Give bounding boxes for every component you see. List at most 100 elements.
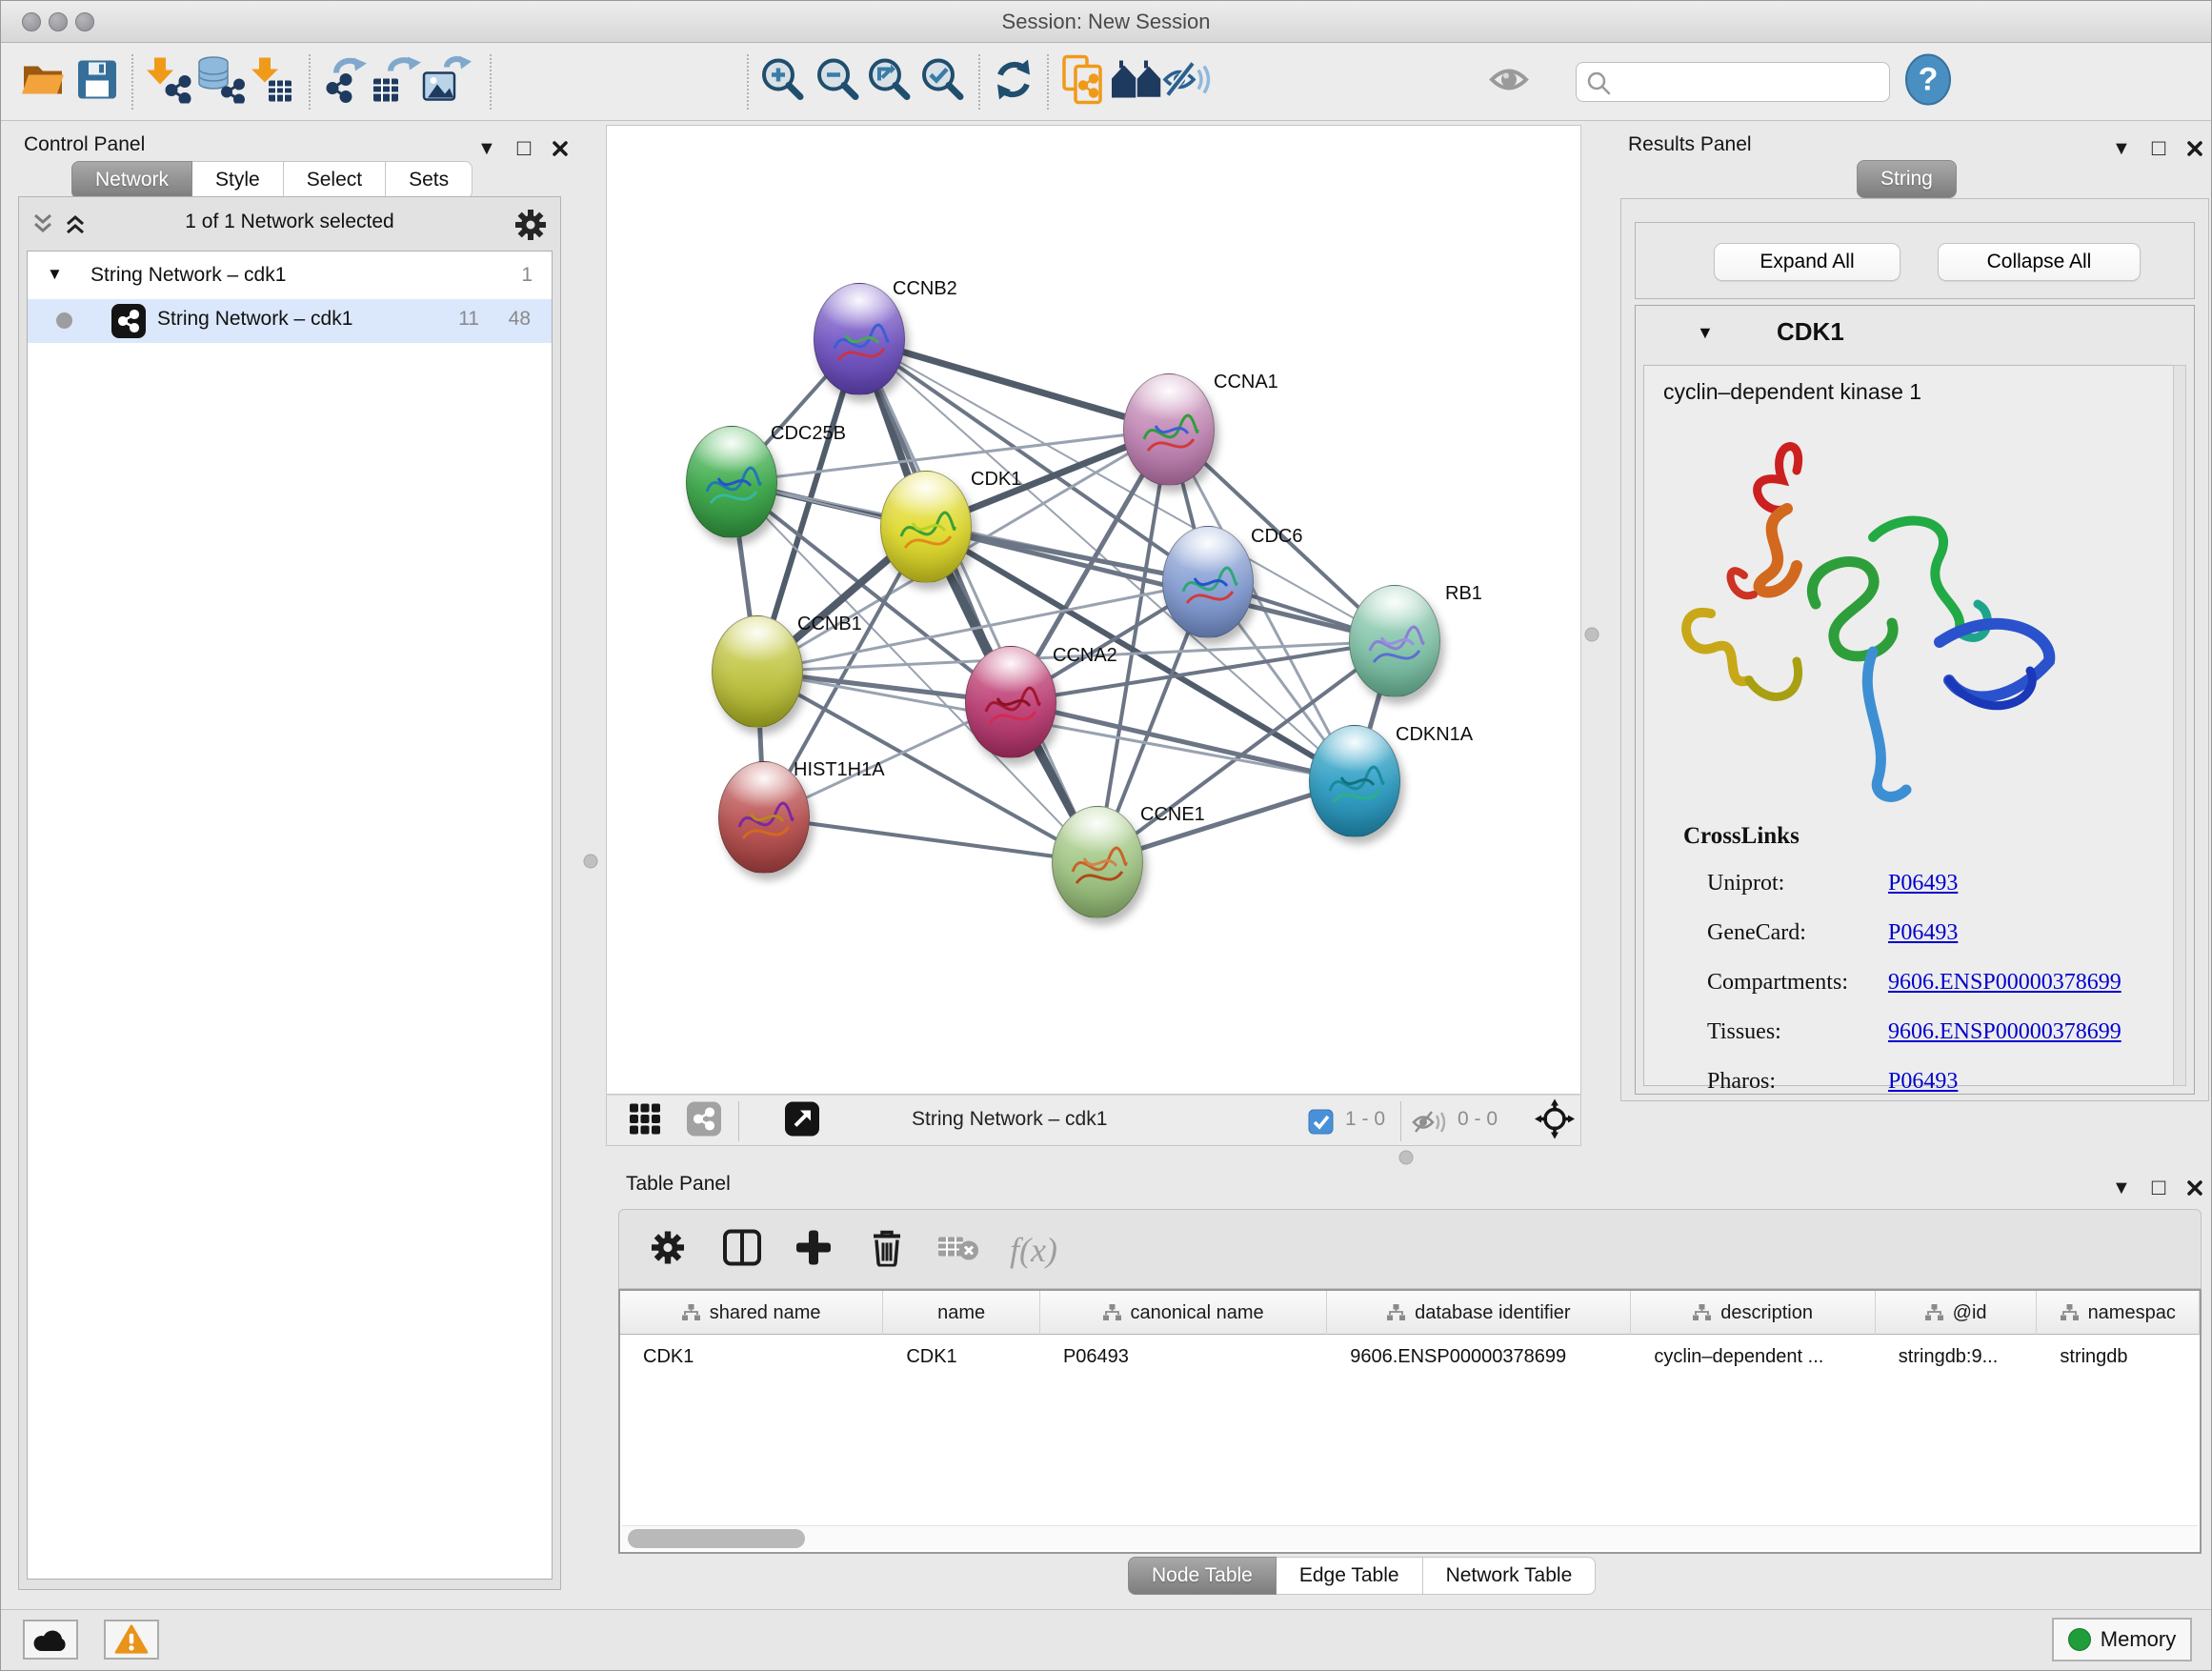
network-edge-count: 48 <box>509 308 531 331</box>
column-header-canonical-name[interactable]: canonical name <box>1040 1291 1327 1335</box>
hide-selected-icon[interactable] <box>1162 59 1212 106</box>
network-collection-row[interactable]: ▼ String Network – cdk1 1 <box>28 255 552 299</box>
tab-sets[interactable]: Sets <box>386 161 473 199</box>
close-panel-icon[interactable] <box>552 140 569 157</box>
tab-select[interactable]: Select <box>284 161 386 199</box>
maximize-panel-icon[interactable]: □ <box>2152 1177 2166 1199</box>
home-layout-icon[interactable] <box>1110 60 1163 105</box>
table-cell[interactable]: 9606.ENSP00000378699 <box>1327 1335 1631 1379</box>
scrollbar-thumb[interactable] <box>628 1529 805 1548</box>
column-header-description[interactable]: description <box>1631 1291 1875 1335</box>
right-splitter-handle[interactable] <box>1585 628 1599 642</box>
network-share-icon[interactable] <box>687 1102 721 1141</box>
crosslink-link[interactable]: P06493 <box>1888 1069 1958 1095</box>
save-session-icon[interactable] <box>77 60 117 105</box>
search-field[interactable] <box>1576 62 1890 102</box>
tab-node-table[interactable]: Node Table <box>1128 1557 1277 1595</box>
results-scrollbar[interactable] <box>2173 365 2186 1086</box>
import-network-icon[interactable] <box>143 56 192 109</box>
table-cell[interactable]: CDK1 <box>883 1335 1040 1379</box>
show-columns-icon[interactable] <box>723 1230 761 1271</box>
maximize-panel-icon[interactable]: □ <box>2152 137 2166 160</box>
expand-all-button[interactable]: Expand All <box>1714 243 1900 281</box>
import-table-icon[interactable] <box>246 56 293 109</box>
copy-network-icon[interactable] <box>1061 55 1107 110</box>
tab-network[interactable]: Network <box>71 161 192 199</box>
tab-style[interactable]: Style <box>192 161 284 199</box>
selected-checkbox-icon[interactable] <box>1308 1109 1334 1135</box>
export-image-icon[interactable] <box>422 56 472 109</box>
crosslink-label: Compartments: <box>1707 970 1848 996</box>
export-network-icon[interactable] <box>319 56 369 109</box>
node-CCNA2[interactable] <box>965 646 1056 758</box>
edge-HIST1H1A-CCNE1[interactable] <box>764 817 1097 862</box>
show-all-icon[interactable] <box>1488 61 1538 104</box>
tab-string[interactable]: String <box>1857 160 1957 198</box>
column-header-@id[interactable]: @id <box>1876 1291 2038 1335</box>
left-splitter-handle[interactable] <box>584 855 598 869</box>
node-CDC25B[interactable] <box>686 426 777 538</box>
float-panel-icon[interactable]: ▼ <box>2112 1178 2131 1198</box>
table-cell[interactable]: cyclin–dependent ... <box>1631 1335 1875 1379</box>
crosslink-link[interactable]: 9606.ENSP00000378699 <box>1888 1019 2122 1045</box>
node-CDK1[interactable] <box>880 471 972 583</box>
collection-expander-icon[interactable]: ▼ <box>47 265 63 284</box>
open-session-icon[interactable] <box>21 60 67 105</box>
node-CCNE1[interactable] <box>1052 806 1143 918</box>
close-panel-icon[interactable] <box>2186 140 2203 157</box>
edge-CCNB2-CCNA1[interactable] <box>859 339 1169 430</box>
export-table-icon[interactable] <box>372 56 421 109</box>
horizontal-scrollbar[interactable] <box>622 1525 2198 1550</box>
node-CCNA1[interactable] <box>1123 373 1215 486</box>
import-database-icon[interactable] <box>194 56 246 109</box>
gear-icon[interactable] <box>514 209 547 241</box>
float-panel-icon[interactable]: ▼ <box>2112 139 2131 158</box>
column-header-shared-name[interactable]: shared name <box>620 1291 883 1335</box>
search-input[interactable] <box>1617 65 1881 99</box>
node-CCNB1[interactable] <box>712 615 803 728</box>
zoom-in-icon[interactable] <box>759 57 805 108</box>
section-expander-icon[interactable]: ▼ <box>1697 323 1714 343</box>
refresh-icon[interactable] <box>992 58 1036 107</box>
close-panel-icon[interactable] <box>2186 1179 2203 1197</box>
node-CDC6[interactable] <box>1162 526 1254 638</box>
crosslink-link[interactable]: P06493 <box>1888 871 1958 896</box>
network-row-selected[interactable]: String Network – cdk1 11 48 <box>28 299 552 343</box>
cloud-status-button[interactable] <box>23 1620 78 1660</box>
open-view-icon[interactable] <box>785 1102 819 1141</box>
warnings-button[interactable] <box>104 1620 159 1660</box>
zoom-selected-icon[interactable] <box>919 57 965 108</box>
crosslink-link[interactable]: P06493 <box>1888 920 1958 946</box>
edge-CCNA2-CDKN1A[interactable] <box>1011 702 1355 781</box>
help-icon[interactable]: ? <box>1904 54 1952 111</box>
maximize-panel-icon[interactable]: □ <box>517 137 532 160</box>
tab-network-table[interactable]: Network Table <box>1423 1557 1597 1595</box>
collapse-all-button[interactable]: Collapse All <box>1938 243 2141 281</box>
column-header-database-identifier[interactable]: database identifier <box>1327 1291 1631 1335</box>
bottom-splitter-handle[interactable] <box>1399 1151 1414 1165</box>
zoom-out-icon[interactable] <box>814 57 860 108</box>
table-cell[interactable]: CDK1 <box>620 1335 883 1379</box>
node-CCNB2[interactable] <box>814 283 905 395</box>
memory-button[interactable]: Memory <box>2052 1618 2192 1661</box>
crosslink-link[interactable]: 9606.ENSP00000378699 <box>1888 970 2122 996</box>
create-column-icon[interactable] <box>795 1230 832 1271</box>
table-cell[interactable]: stringdb:9... <box>1876 1335 2038 1379</box>
edge-CCNB2-CCNE1[interactable] <box>859 339 1097 862</box>
birds-eye-view-icon[interactable] <box>629 1103 661 1140</box>
table-cell[interactable]: stringdb <box>2037 1335 2200 1379</box>
tab-edge-table[interactable]: Edge Table <box>1277 1557 1423 1595</box>
node-label-CCNA2: CCNA2 <box>1053 645 1117 667</box>
column-header-name[interactable]: name <box>883 1291 1040 1335</box>
table-row[interactable]: CDK1CDK1P064939606.ENSP00000378699cyclin… <box>620 1335 2200 1379</box>
table-gear-icon[interactable] <box>651 1231 685 1270</box>
network-canvas[interactable]: CCNB2CCNA1CDC25BCDK1CDC6RB1CCNB1CCNA2CDK… <box>606 125 1581 1095</box>
node-CDKN1A[interactable] <box>1309 725 1400 837</box>
fit-content-crosshair-icon[interactable] <box>1535 1099 1575 1144</box>
table-cell[interactable]: P06493 <box>1040 1335 1327 1379</box>
node-RB1[interactable] <box>1349 585 1440 697</box>
delete-column-trash-icon[interactable] <box>870 1229 904 1272</box>
zoom-fit-icon[interactable] <box>866 57 912 108</box>
column-header-namespac[interactable]: namespac <box>2037 1291 2200 1335</box>
float-panel-icon[interactable]: ▼ <box>477 139 496 158</box>
